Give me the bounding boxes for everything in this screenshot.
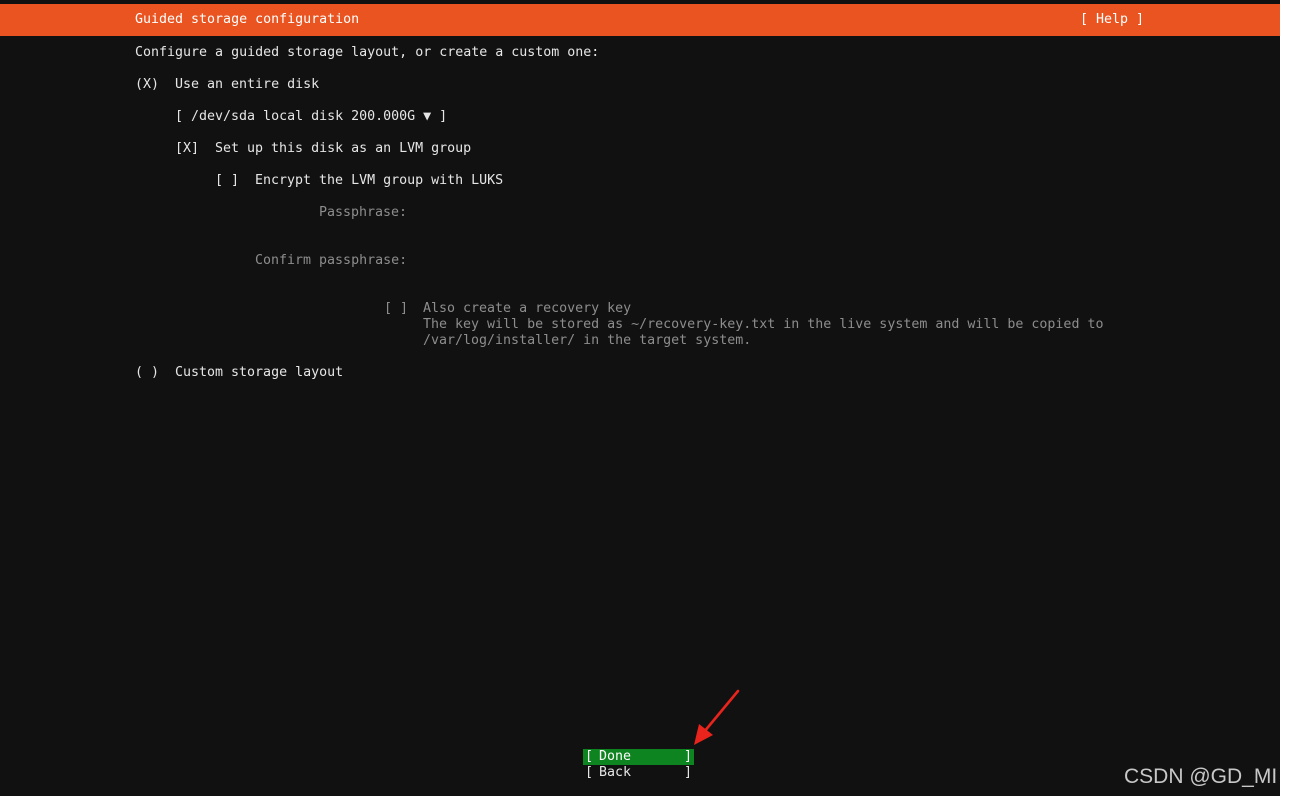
- done-button-open-bracket: [: [585, 749, 594, 764]
- back-button-label: Back: [599, 765, 632, 780]
- luks-label[interactable]: Encrypt the LVM group with LUKS: [255, 173, 503, 189]
- confirm-passphrase-label: Confirm passphrase:: [255, 253, 408, 268]
- back-button-close-bracket: ]: [683, 765, 692, 780]
- recovery-key-checkbox[interactable]: [ ]: [384, 301, 408, 317]
- done-button-label: Done: [599, 749, 632, 764]
- luks-checkbox[interactable]: [ ]: [215, 173, 239, 189]
- recovery-key-description-line1: The key will be stored as ~/recovery-key…: [423, 317, 1104, 332]
- page-title: Guided storage configuration: [135, 12, 360, 27]
- lvm-checkbox[interactable]: [X]: [175, 141, 199, 157]
- custom-layout-label[interactable]: Custom storage layout: [175, 365, 343, 381]
- back-button[interactable]: [ Back ]: [583, 765, 694, 781]
- help-button[interactable]: [ Help ]: [1080, 12, 1144, 28]
- recovery-key-label[interactable]: Also create a recovery key: [423, 301, 631, 317]
- installer-screen: Guided storage configuration [ Help ] Co…: [0, 0, 1280, 796]
- disk-select[interactable]: [ /dev/sda local disk 200.000G ▼ ]: [175, 109, 447, 125]
- red-arrow-annotation-icon: [694, 689, 740, 745]
- entire-disk-radio[interactable]: (X): [135, 77, 159, 93]
- custom-layout-radio[interactable]: ( ): [135, 365, 159, 381]
- done-button-close-bracket: ]: [683, 749, 692, 764]
- recovery-key-description-line2: /var/log/installer/ in the target system…: [423, 333, 752, 348]
- lvm-label[interactable]: Set up this disk as an LVM group: [215, 141, 471, 157]
- done-button[interactable]: [ Done ]: [583, 749, 694, 765]
- watermark-text: CSDN @GD_MI: [1124, 765, 1278, 788]
- intro-text: Configure a guided storage layout, or cr…: [135, 45, 600, 60]
- entire-disk-label[interactable]: Use an entire disk: [175, 77, 319, 93]
- passphrase-label: Passphrase:: [319, 205, 408, 220]
- back-button-open-bracket: [: [585, 765, 594, 780]
